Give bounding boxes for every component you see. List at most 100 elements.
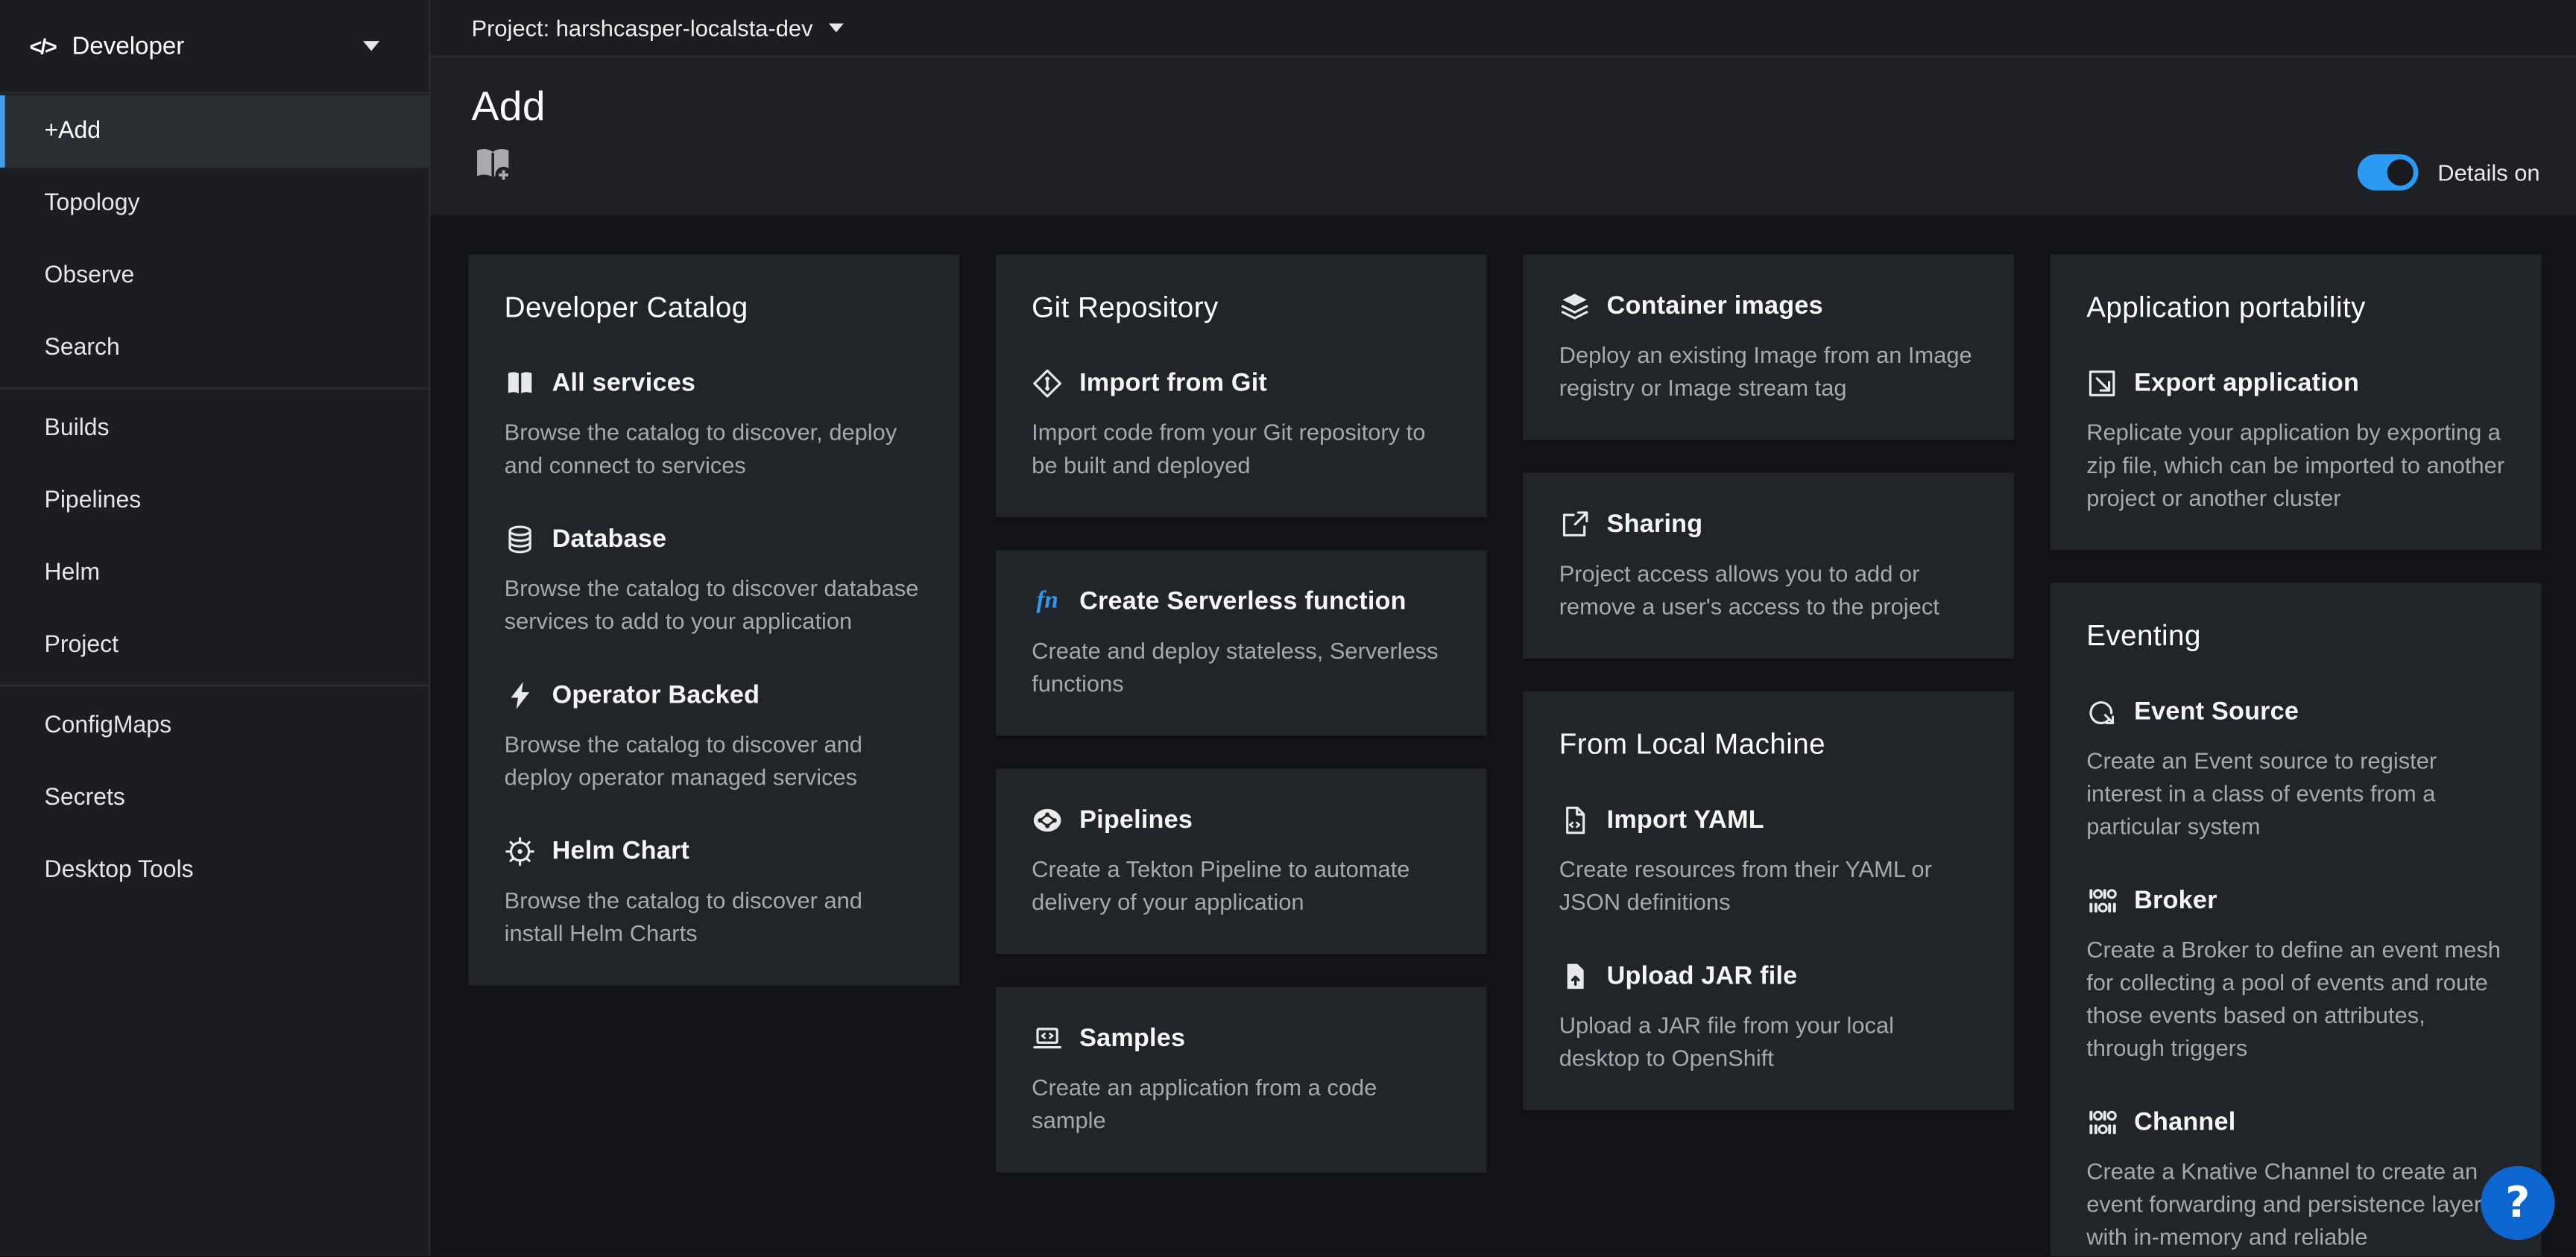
broker-icon bbox=[2086, 885, 2118, 916]
details-toggle-group: Details on bbox=[2357, 154, 2539, 190]
add-item-all-services[interactable]: All services Browse the catalog to discov… bbox=[505, 368, 924, 481]
add-item-import-from-git[interactable]: Import from GitImport code from your Git… bbox=[1032, 368, 1450, 481]
item-description: Create a Tekton Pipeline to automate del… bbox=[1032, 852, 1450, 918]
card-column: Git Repository Import from GitImport code… bbox=[996, 255, 1487, 1257]
item-head: Broker bbox=[2086, 885, 2505, 916]
card-pipelines[interactable]: Pipelines Create a Tekton Pipeline to aut… bbox=[996, 769, 1487, 954]
add-item-pipelines[interactable]: Pipelines Create a Tekton Pipeline to aut… bbox=[1032, 805, 1450, 918]
quick-start-catalog-icon[interactable] bbox=[472, 145, 514, 184]
item-description: Deploy an existing Image from an Image r… bbox=[1559, 338, 1978, 404]
item-label: Create Serverless function bbox=[1079, 587, 1407, 617]
export-icon bbox=[2086, 368, 2118, 399]
share-icon bbox=[1559, 509, 1591, 540]
item-head: Upload JAR file bbox=[1559, 960, 1978, 992]
card-title: Git Repository bbox=[1032, 291, 1450, 325]
caret-down-icon bbox=[828, 24, 843, 33]
add-item-database[interactable]: Database Browse the catalog to discover d… bbox=[505, 524, 924, 637]
item-label: Helm Chart bbox=[552, 837, 689, 867]
sidebar-item-observe[interactable]: Observe bbox=[0, 240, 429, 312]
add-item-operator-backed[interactable]: Operator Backed Browse the catalog to dis… bbox=[505, 680, 924, 793]
book-icon bbox=[505, 368, 536, 399]
helm-icon bbox=[505, 836, 536, 867]
sidebar-item-search[interactable]: Search bbox=[0, 312, 429, 384]
sidebar-item-configmaps[interactable]: ConfigMaps bbox=[0, 690, 429, 762]
sidebar-item-builds[interactable]: Builds bbox=[0, 393, 429, 465]
card-git-repository[interactable]: Git Repository Import from GitImport code… bbox=[996, 255, 1487, 518]
item-head: All services bbox=[505, 368, 924, 399]
item-description: Create and deploy stateless, Serverless … bbox=[1032, 634, 1450, 700]
item-label: Broker bbox=[2134, 886, 2217, 916]
item-description: Project access allows you to add or remo… bbox=[1559, 557, 1978, 622]
card-sharing[interactable]: Sharing Project access allows you to add … bbox=[1523, 473, 2014, 659]
project-selector-label: Project: harshcasper-localsta-dev bbox=[472, 15, 813, 41]
card-column: Application portabilityExport applicatio… bbox=[2051, 255, 2542, 1257]
item-head: Pipelines bbox=[1032, 805, 1450, 836]
item-head: Channel bbox=[2086, 1107, 2505, 1139]
item-label: Import from Git bbox=[1079, 369, 1267, 399]
add-cards-grid: Developer CatalogAll servicesBrowse the … bbox=[468, 255, 2542, 1257]
card-column: Container images Deploy an existing Image… bbox=[1523, 255, 2014, 1257]
bolt-icon bbox=[505, 680, 536, 711]
item-head: fnCreate Serverless function bbox=[1032, 586, 1450, 618]
add-page-content: Developer CatalogAll servicesBrowse the … bbox=[430, 215, 2576, 1256]
item-head: Helm Chart bbox=[505, 836, 924, 867]
item-label: Operator Backed bbox=[552, 681, 760, 711]
help-button[interactable]: ? bbox=[2481, 1166, 2554, 1240]
project-selector[interactable]: Project: harshcasper-localsta-dev bbox=[472, 15, 845, 41]
item-label: Pipelines bbox=[1079, 805, 1193, 835]
item-label: Channel bbox=[2134, 1108, 2235, 1138]
upload-file-icon bbox=[1559, 960, 1591, 992]
item-label: Upload JAR file bbox=[1607, 962, 1798, 992]
add-item-upload-jar-file[interactable]: Upload JAR fileUpload a JAR file from yo… bbox=[1559, 960, 1978, 1074]
item-head: Import from Git bbox=[1032, 368, 1450, 399]
add-item-sharing[interactable]: Sharing Project access allows you to add … bbox=[1559, 509, 1978, 622]
item-head: Container images bbox=[1559, 291, 1978, 322]
add-item-export-application[interactable]: Export applicationReplicate your applica… bbox=[2086, 368, 2505, 514]
sidebar-item-desktop-tools[interactable]: Desktop Tools bbox=[0, 835, 429, 907]
add-item-import-yaml[interactable]: Import YAMLCreate resources from their Y… bbox=[1559, 805, 1978, 918]
item-description: Create an Event source to register inter… bbox=[2086, 744, 2505, 842]
item-label: Import YAML bbox=[1607, 805, 1764, 835]
item-description: Browse the catalog to discover and deplo… bbox=[505, 727, 924, 793]
add-item-container-images[interactable]: Container images Deploy an existing Image… bbox=[1559, 291, 1978, 404]
sidebar: </> Developer +AddTopologyObserveSearch B… bbox=[0, 0, 430, 1256]
perspective-switcher[interactable]: </> Developer bbox=[0, 0, 429, 94]
card-eventing[interactable]: EventingEvent SourceCreate an Event sour… bbox=[2051, 583, 2542, 1256]
item-label: Event Source bbox=[2134, 697, 2299, 727]
sidebar-item-project[interactable]: Project bbox=[0, 609, 429, 682]
details-toggle-label: Details on bbox=[2437, 159, 2539, 186]
card-samples[interactable]: Samples Create an application from a code… bbox=[996, 987, 1487, 1173]
add-item-broker[interactable]: BrokerCreate a Broker to define an event… bbox=[2086, 885, 2505, 1064]
add-item-event-source[interactable]: Event Source Create an Event source to re… bbox=[2086, 697, 2505, 843]
sidebar-item-topology[interactable]: Topology bbox=[0, 168, 429, 240]
card-developer-catalog[interactable]: Developer CatalogAll servicesBrowse the … bbox=[468, 255, 959, 986]
sidebar-item-pipelines[interactable]: Pipelines bbox=[0, 465, 429, 537]
add-item-create-serverless-function[interactable]: fnCreate Serverless function Create and d… bbox=[1032, 586, 1450, 700]
yaml-file-icon bbox=[1559, 805, 1591, 836]
item-label: All services bbox=[552, 369, 696, 399]
sidebar-item-helm[interactable]: Helm bbox=[0, 537, 429, 609]
item-head: Export application bbox=[2086, 368, 2505, 399]
page-title: Add bbox=[472, 83, 2540, 131]
layers-icon bbox=[1559, 291, 1591, 322]
event-source-icon bbox=[2086, 697, 2118, 728]
item-description: Browse the catalog to discover, deploy a… bbox=[505, 416, 924, 481]
add-item-samples[interactable]: Samples Create an application from a code… bbox=[1032, 1023, 1450, 1136]
card-container-images[interactable]: Container images Deploy an existing Image… bbox=[1523, 255, 2014, 440]
details-toggle[interactable] bbox=[2357, 154, 2418, 190]
sidebar-item-add[interactable]: +Add bbox=[0, 95, 429, 168]
card-application-portability[interactable]: Application portabilityExport applicatio… bbox=[2051, 255, 2542, 551]
item-head: Database bbox=[505, 524, 924, 555]
item-head: Sharing bbox=[1559, 509, 1978, 540]
card-title: From Local Machine bbox=[1559, 727, 1978, 762]
add-item-helm-chart[interactable]: Helm ChartBrowse the catalog to discover… bbox=[505, 836, 924, 949]
card-serverless-function[interactable]: fnCreate Serverless function Create and d… bbox=[996, 550, 1487, 735]
card-from-local-machine[interactable]: From Local Machine Import YAMLCreate reso… bbox=[1523, 691, 2014, 1110]
item-label: Export application bbox=[2134, 369, 2359, 399]
add-item-channel[interactable]: ChannelCreate a Knative Channel to creat… bbox=[2086, 1107, 2505, 1253]
item-head: Samples bbox=[1032, 1023, 1450, 1054]
item-description: Browse the catalog to discover database … bbox=[505, 571, 924, 637]
item-description: Create an application from a code sample bbox=[1032, 1071, 1450, 1136]
toggle-knob bbox=[2387, 159, 2413, 186]
sidebar-item-secrets[interactable]: Secrets bbox=[0, 762, 429, 835]
